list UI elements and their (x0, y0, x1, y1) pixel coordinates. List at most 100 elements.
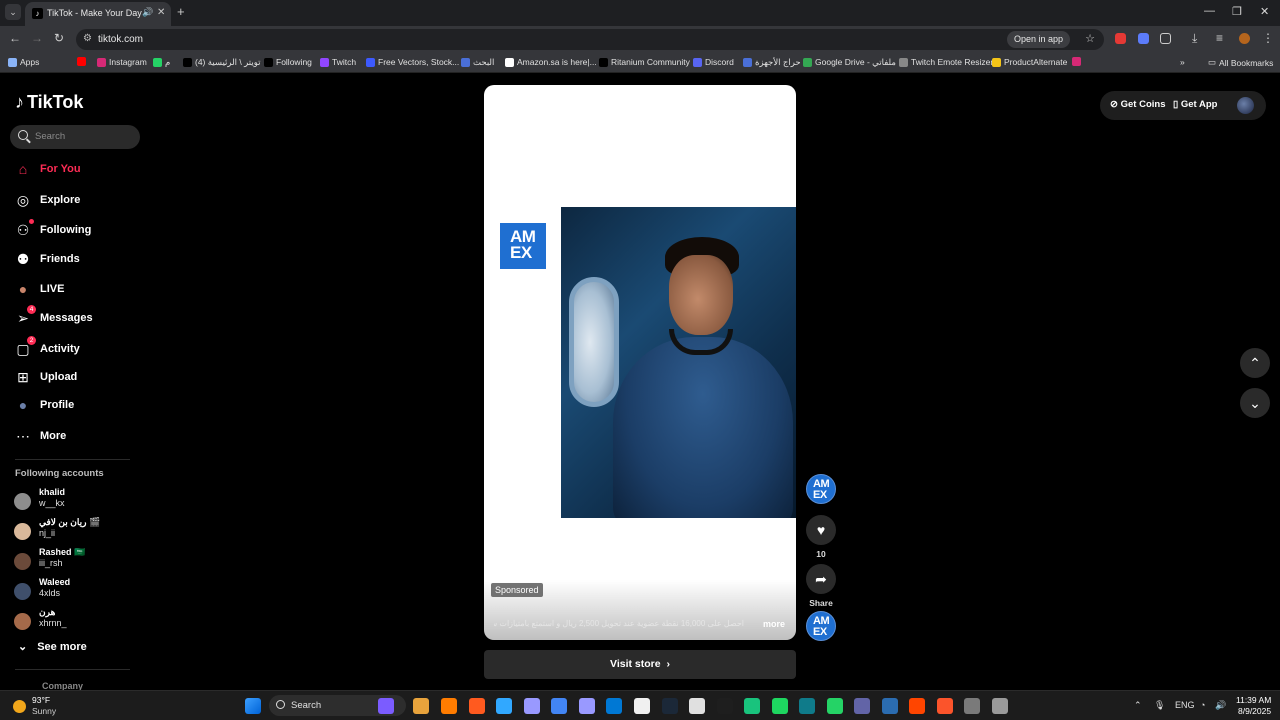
extension-icon[interactable] (1138, 33, 1149, 44)
bookmark-item[interactable]: Google Drive - ملفاتي (803, 57, 896, 68)
download-icon[interactable]: ⤓ (1192, 31, 1197, 46)
bookmark-item[interactable]: Twitch (320, 57, 356, 67)
browser-menu-icon[interactable]: ⋮ (1262, 31, 1274, 45)
get-coins-button[interactable]: ⊘ Get Coins (1110, 99, 1165, 110)
following-account-item[interactable]: هرن xhrnn_ (14, 607, 134, 635)
volume-icon[interactable]: 🔊 (1215, 700, 1226, 711)
back-icon[interactable]: ← (9, 31, 21, 45)
taskbar-app-icon[interactable] (551, 698, 567, 714)
profile-avatar-icon[interactable] (1239, 33, 1250, 44)
weather-temp[interactable]: 93°F (32, 695, 50, 705)
taskbar-app-icon[interactable] (909, 698, 925, 714)
site-info-icon[interactable]: ⚙ (83, 33, 92, 44)
bookmark-item[interactable]: Instagram (97, 57, 147, 67)
music-disc-avatar[interactable]: AM EX (806, 611, 836, 641)
clock-date[interactable]: 8/9/2025 (1238, 706, 1271, 716)
user-avatar[interactable] (1237, 97, 1254, 114)
weather-condition[interactable]: Sunny (32, 706, 56, 716)
following-account-item[interactable]: khalid w__kx (14, 487, 134, 515)
taskbar-app-icon[interactable] (827, 698, 843, 714)
taskbar-app-icon[interactable] (606, 698, 622, 714)
sidebar-item-profile[interactable]: ● Profile (14, 394, 74, 416)
tab-close-icon[interactable]: ✕ (157, 7, 165, 18)
bookmark-star-icon[interactable]: ☆ (1085, 32, 1095, 45)
windows-start-icon[interactable] (245, 698, 261, 714)
bookmark-item[interactable] (77, 57, 86, 66)
reload-icon[interactable]: ↻ (54, 31, 64, 45)
microphone-icon[interactable]: 🎙 (1154, 700, 1165, 711)
bookmark-item[interactable]: Apps (8, 57, 39, 67)
taskbar-app-icon[interactable] (882, 698, 898, 714)
bookmark-item[interactable]: حراج الأجهزة (743, 57, 801, 68)
language-indicator[interactable]: ENG (1175, 700, 1195, 710)
get-app-button[interactable]: ▯ Get App (1173, 99, 1217, 110)
all-bookmarks-folder[interactable]: ▭ All Bookmarks (1208, 57, 1273, 68)
bookmark-item[interactable]: م (153, 57, 170, 68)
taskbar-app-icon[interactable] (717, 698, 733, 714)
bookmark-item[interactable]: (4) تويتر \ الرئيسية (183, 57, 261, 68)
taskbar-app-icon[interactable] (441, 698, 457, 714)
window-close-icon[interactable]: ✕ (1260, 5, 1269, 18)
taskbar-app-icon[interactable] (772, 698, 788, 714)
taskbar-app-icon[interactable] (496, 698, 512, 714)
media-control-icon[interactable]: ≡ (1216, 31, 1223, 45)
taskbar-app-icon[interactable] (744, 698, 760, 714)
following-account-item[interactable]: Rashed 🇸🇦 iii_rsh (14, 547, 134, 575)
forward-icon[interactable]: → (31, 31, 43, 45)
wifi-icon[interactable]: ◔ (1200, 700, 1205, 710)
taskbar-app-icon[interactable] (799, 698, 815, 714)
previous-video-button[interactable]: ⌃ (1240, 348, 1270, 378)
sidebar-item-explore[interactable]: ◎ Explore (14, 189, 80, 211)
extension-icon[interactable] (1115, 33, 1126, 44)
bookmark-item[interactable]: Amazon.sa is here|... (505, 57, 597, 67)
video-player[interactable]: AM EX Sponsored احصل على 16,000 نقطة عضوي… (484, 85, 796, 640)
sidebar-item-activity[interactable]: ▢ 2 Activity (14, 336, 80, 360)
following-account-item[interactable]: Waleed 4xlds (14, 577, 134, 605)
share-button[interactable]: ➦ (806, 564, 836, 594)
extensions-puzzle-icon[interactable] (1160, 33, 1171, 44)
bookmark-item[interactable] (1072, 57, 1081, 66)
taskbar-app-icon[interactable] (469, 698, 485, 714)
taskbar-app-icon[interactable] (964, 698, 980, 714)
bookmark-item[interactable]: Free Vectors, Stock... (366, 57, 459, 67)
taskbar-app-icon[interactable] (992, 698, 1008, 714)
taskbar-app-icon[interactable] (634, 698, 650, 714)
browser-tab[interactable]: ♪ TikTok - Make Your Day 🔊 ✕ (25, 2, 171, 26)
taskbar-app-icon[interactable] (937, 698, 953, 714)
bookmark-item[interactable]: ProductAlternate (992, 57, 1067, 67)
bookmark-item[interactable]: البحث (461, 57, 494, 68)
taskbar-app-icon[interactable] (689, 698, 705, 714)
taskbar-app-icon[interactable] (524, 698, 540, 714)
speaker-icon[interactable]: 🔊 (142, 7, 153, 18)
next-video-button[interactable]: ⌄ (1240, 388, 1270, 418)
taskbar-app-icon[interactable] (579, 698, 595, 714)
tray-chevron-icon[interactable]: ⌃ (1134, 700, 1142, 711)
maximize-icon[interactable]: ❐ (1232, 5, 1242, 18)
sidebar-item-for-you[interactable]: ⌂ For You (14, 158, 81, 180)
sidebar-item-messages[interactable]: ➢ 4 Messages (14, 305, 93, 329)
taskbar-app-icon[interactable] (413, 698, 429, 714)
more-bookmarks-chevron-icon[interactable]: » (1180, 57, 1185, 67)
sun-icon[interactable] (13, 700, 26, 713)
bookmark-item[interactable]: Following (264, 57, 312, 67)
new-tab-icon[interactable]: + (177, 4, 185, 19)
open-in-app-button[interactable]: Open in app (1006, 31, 1070, 48)
taskbar-app-icon[interactable] (378, 698, 394, 714)
bookmark-item[interactable]: Twitch Emote Resizer (899, 57, 993, 67)
caption-more-link[interactable]: more (763, 619, 785, 629)
sidebar-item-following[interactable]: ⚇ Following (14, 219, 91, 241)
following-account-item[interactable]: ريان بن لافي 🎬 nj_ii (14, 517, 134, 545)
see-more-button[interactable]: ⌄ See more (18, 640, 87, 654)
tab-search-chevron-icon[interactable]: ⌄ (5, 4, 21, 20)
sidebar-item-more[interactable]: ⋯ More (14, 425, 66, 447)
sidebar-item-friends[interactable]: ⚉ Friends (14, 248, 80, 270)
search-input[interactable]: Search (10, 125, 140, 149)
visit-store-button[interactable]: Visit store › (484, 650, 796, 679)
sidebar-item-live[interactable]: ● LIVE (14, 278, 65, 300)
clock-time[interactable]: 11:39 AM (1236, 695, 1271, 705)
address-bar[interactable]: ⚙ tiktok.com Open in app ☆ (76, 29, 1104, 50)
bookmark-item[interactable]: Discord (693, 57, 734, 67)
taskbar-app-icon[interactable] (662, 698, 678, 714)
like-button[interactable]: ♥ (806, 515, 836, 545)
tiktok-logo[interactable]: ♪ TikTok (15, 92, 83, 113)
